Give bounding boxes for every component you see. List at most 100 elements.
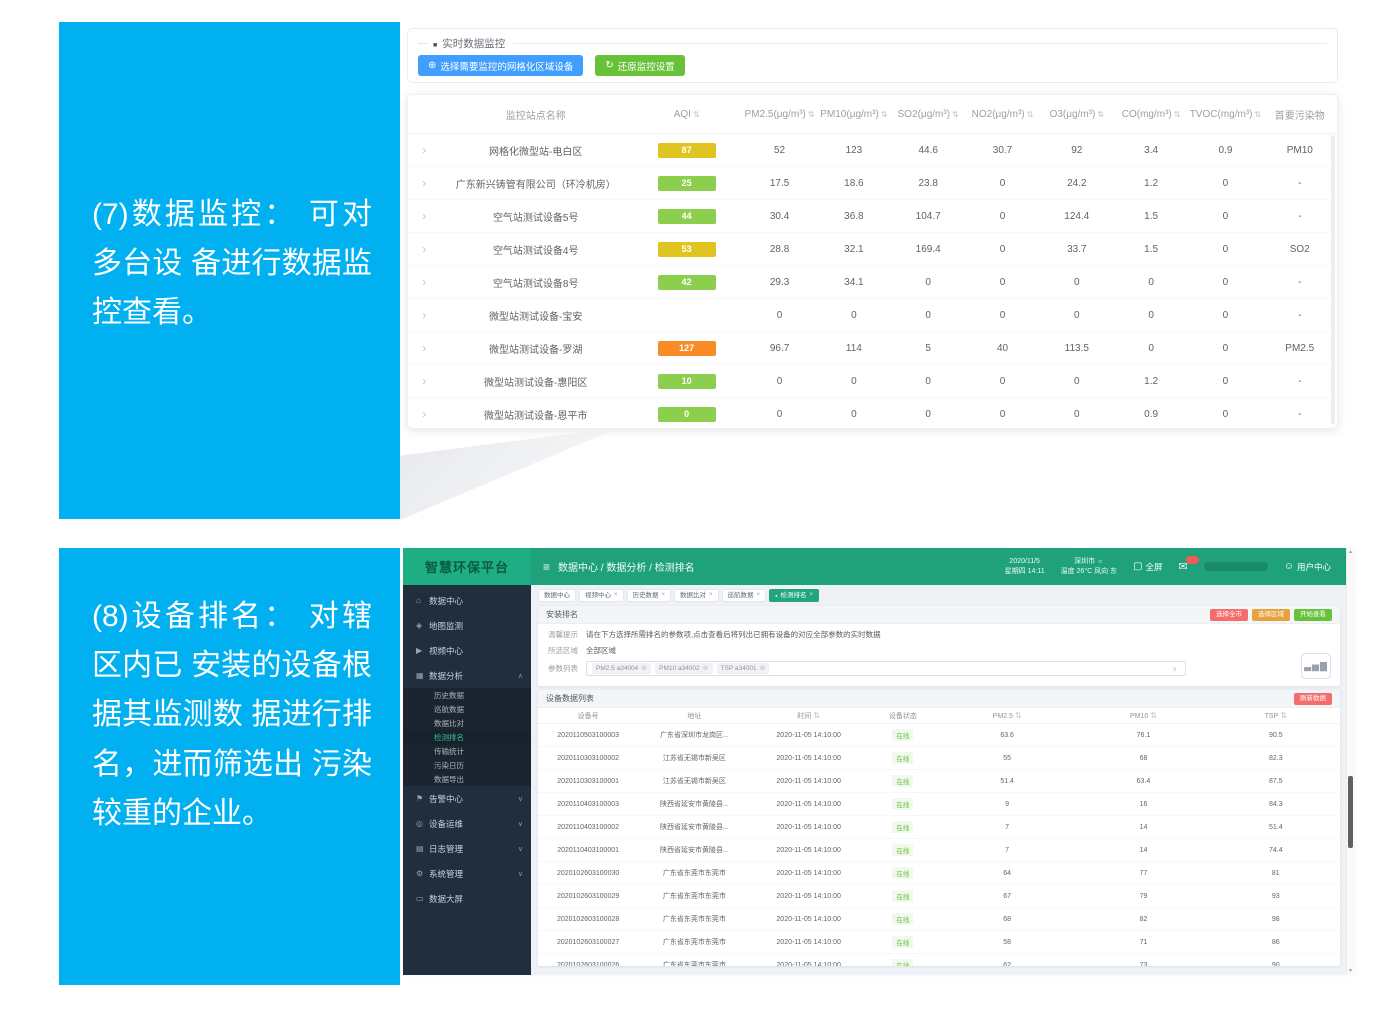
col-header-pm10[interactable]: PM10 xyxy=(1075,711,1211,720)
aqi-badge: 87 xyxy=(658,143,716,158)
select-grid-devices-button[interactable]: 选择需要监控的网格化区域设备 xyxy=(418,55,583,76)
sidebar-item-label: 数据中心 xyxy=(429,595,463,607)
sidebar-item[interactable]: 历史数据 xyxy=(403,688,531,702)
sidebar-item[interactable]: ⚙ 系统管理 xyxy=(403,861,531,886)
aqi-badge: 25 xyxy=(658,176,716,191)
chart-view-button[interactable]: ▃▅▇ xyxy=(1301,653,1331,679)
time-cell: 2020-11-05 14:10:00 xyxy=(751,824,867,831)
sidebar-item[interactable]: 巡航数据 xyxy=(403,702,531,716)
sidebar-item[interactable]: ⌂ 数据中心 xyxy=(403,588,531,613)
user-icon: ☺ xyxy=(1284,561,1294,572)
sidebar-item-icon: ⌂ xyxy=(416,596,429,605)
aqi-badge: 53 xyxy=(658,242,716,257)
expand-row-icon[interactable]: › xyxy=(408,242,441,256)
monitor-table-row[interactable]: › 微型站测试设备-罗湖 127 96.7 114 5 40 113.5 0 0… xyxy=(408,332,1337,365)
pm25-cell: 7 xyxy=(939,824,1075,831)
value-cell-co: 0 xyxy=(1114,310,1188,321)
window-scrollbar[interactable]: ▲ ▼ xyxy=(1346,548,1355,975)
sidebar-item[interactable]: ▦ 数据分析 xyxy=(403,663,531,688)
col-header-tsp[interactable]: TSP xyxy=(1212,711,1340,720)
device-table-header: 设备号 地址 时间 设备状态 PM2.5 PM10 TSP xyxy=(538,708,1340,724)
param-tag[interactable]: PM10 a34002 xyxy=(655,663,712,674)
value-cell-no2: 0 xyxy=(965,211,1039,222)
expand-row-icon[interactable]: › xyxy=(408,374,441,388)
tab[interactable]: 视频中心 xyxy=(579,589,624,602)
fullscreen-label: 全屏 xyxy=(1146,561,1163,573)
sidebar-item[interactable]: 检测排名 xyxy=(403,730,531,744)
col-header-pm10[interactable]: PM10(μg/m³) xyxy=(817,109,891,120)
online-status-badge: 在线 xyxy=(892,798,913,810)
monitor-table-row[interactable]: › 微型站测试设备-恩平市 0 0 0 0 0 0 0.9 0 - xyxy=(408,398,1337,429)
refresh-data-button[interactable]: 刷新数据 xyxy=(1294,693,1332,705)
sidebar-item[interactable]: 数据比对 xyxy=(403,716,531,730)
col-header-pm25[interactable]: PM2.5(μg/m³) xyxy=(742,109,816,120)
sidebar-item-icon: ▶ xyxy=(416,646,429,655)
weather-display: 深圳市 ☼ 温度 26°C 风向 东 xyxy=(1061,557,1117,577)
value-cell-primary-pollutant: - xyxy=(1263,409,1337,420)
tab[interactable]: 检测排名 xyxy=(769,589,819,602)
col-header-no2[interactable]: NO2(μg/m³) xyxy=(965,109,1039,120)
tab[interactable]: 数据中心 xyxy=(538,589,576,602)
sidebar-item[interactable]: 传输统计 xyxy=(403,744,531,758)
expand-row-icon[interactable]: › xyxy=(408,308,441,322)
select-city-button[interactable]: 选择全市 xyxy=(1210,609,1248,621)
monitor-table-row[interactable]: › 网格化微型站-电白区 87 52 123 44.6 30.7 92 3.4 … xyxy=(408,134,1337,167)
param-tag[interactable]: TSP a34001 xyxy=(717,663,770,674)
start-view-button[interactable]: 开始查看 xyxy=(1294,609,1332,621)
monitor-table-row[interactable]: › 空气站测试设备5号 44 30.4 36.8 104.7 0 124.4 1… xyxy=(408,200,1337,233)
sidebar-item[interactable]: 污染日历 xyxy=(403,758,531,772)
sidebar-item[interactable]: 数据导出 xyxy=(403,772,531,786)
user-center-button[interactable]: ☺ 用户中心 xyxy=(1284,561,1331,573)
fullscreen-button[interactable]: ▢ 全屏 xyxy=(1133,561,1162,573)
sidebar-item[interactable]: ◎ 设备运维 xyxy=(403,811,531,836)
tsp-cell: 84.3 xyxy=(1212,801,1340,808)
device-id-cell: 2020110503100003 xyxy=(538,732,638,739)
tab[interactable]: 历史数据 xyxy=(627,589,672,602)
device-id-cell: 2020102603100026 xyxy=(538,962,638,967)
sidebar-item[interactable]: ◈ 地图监测 xyxy=(403,613,531,638)
sidebar-item[interactable]: ⚑ 告警中心 xyxy=(403,786,531,811)
param-select[interactable]: PM2.5 a34004 PM10 a34002 TSP a34001 xyxy=(586,661,1186,676)
expand-row-icon[interactable]: › xyxy=(408,143,441,157)
value-cell-so2: 169.4 xyxy=(891,244,965,255)
notifications-button[interactable]: ✉ xyxy=(1179,560,1188,573)
col-header-so2[interactable]: SO2(μg/m³) xyxy=(891,109,965,120)
param-tag[interactable]: PM2.5 a34004 xyxy=(592,663,651,674)
expand-row-icon[interactable]: › xyxy=(408,275,441,289)
monitor-table-row[interactable]: › 微型站测试设备-惠阳区 10 0 0 0 0 0 1.2 0 - xyxy=(408,365,1337,398)
status-cell: 在线 xyxy=(867,752,939,764)
col-header-pm25[interactable]: PM2.5 xyxy=(939,711,1075,720)
pm10-cell: 71 xyxy=(1075,939,1211,946)
expand-row-icon[interactable]: › xyxy=(408,176,441,190)
tab[interactable]: 巡航数据 xyxy=(722,589,767,602)
pm10-cell: 14 xyxy=(1075,847,1211,854)
hamburger-icon[interactable]: ≡ xyxy=(543,560,550,574)
monitor-table-row[interactable]: › 空气站测试设备4号 53 28.8 32.1 169.4 0 33.7 1.… xyxy=(408,233,1337,266)
col-header-tvoc[interactable]: TVOC(mg/m³) xyxy=(1188,109,1262,120)
sidebar-item[interactable]: ▭ 数据大屏 xyxy=(403,886,531,911)
tab[interactable]: 数据比对 xyxy=(674,589,719,602)
scrollbar-thumb[interactable] xyxy=(1348,776,1353,848)
restore-monitor-settings-button[interactable]: 还原监控设置 xyxy=(595,55,684,76)
expand-row-icon[interactable]: › xyxy=(408,209,441,223)
sidebar-item[interactable]: ▤ 日志管理 xyxy=(403,836,531,861)
expand-row-icon[interactable]: › xyxy=(408,341,441,355)
select-region-button[interactable]: 选择区域 xyxy=(1252,609,1290,621)
device-table-row: 2020102603100028 广东省东莞市东莞市 2020-11-05 14… xyxy=(538,908,1340,931)
value-cell-so2: 23.8 xyxy=(891,178,965,189)
col-header-aqi[interactable]: AQI xyxy=(631,109,742,120)
tsp-cell: 74.4 xyxy=(1212,847,1340,854)
monitor-table-scrollbar[interactable] xyxy=(1331,135,1335,424)
value-cell-pm25: 0 xyxy=(742,376,816,387)
monitor-table-row[interactable]: › 微型站测试设备-宝安 0 0 0 0 0 0 0 - xyxy=(408,299,1337,332)
monitor-table-row[interactable]: › 空气站测试设备8号 42 29.3 34.1 0 0 0 0 0 - xyxy=(408,266,1337,299)
col-header-time[interactable]: 时间 xyxy=(751,711,867,721)
col-header-o3[interactable]: O3(μg/m³) xyxy=(1040,109,1114,120)
expand-row-icon[interactable]: › xyxy=(408,407,441,421)
sidebar-item[interactable]: ▶ 视频中心 xyxy=(403,638,531,663)
col-header-co[interactable]: CO(mg/m³) xyxy=(1114,109,1188,120)
scroll-up-icon[interactable]: ▲ xyxy=(1348,549,1353,555)
scroll-down-icon[interactable]: ▼ xyxy=(1348,968,1353,974)
monitor-table-card: 监控站点名称 AQI PM2.5(μg/m³) PM10(μg/m³) SO2(… xyxy=(407,94,1338,429)
monitor-table-row[interactable]: › 广东新兴铸管有限公司（环冷机房） 25 17.5 18.6 23.8 0 2… xyxy=(408,167,1337,200)
